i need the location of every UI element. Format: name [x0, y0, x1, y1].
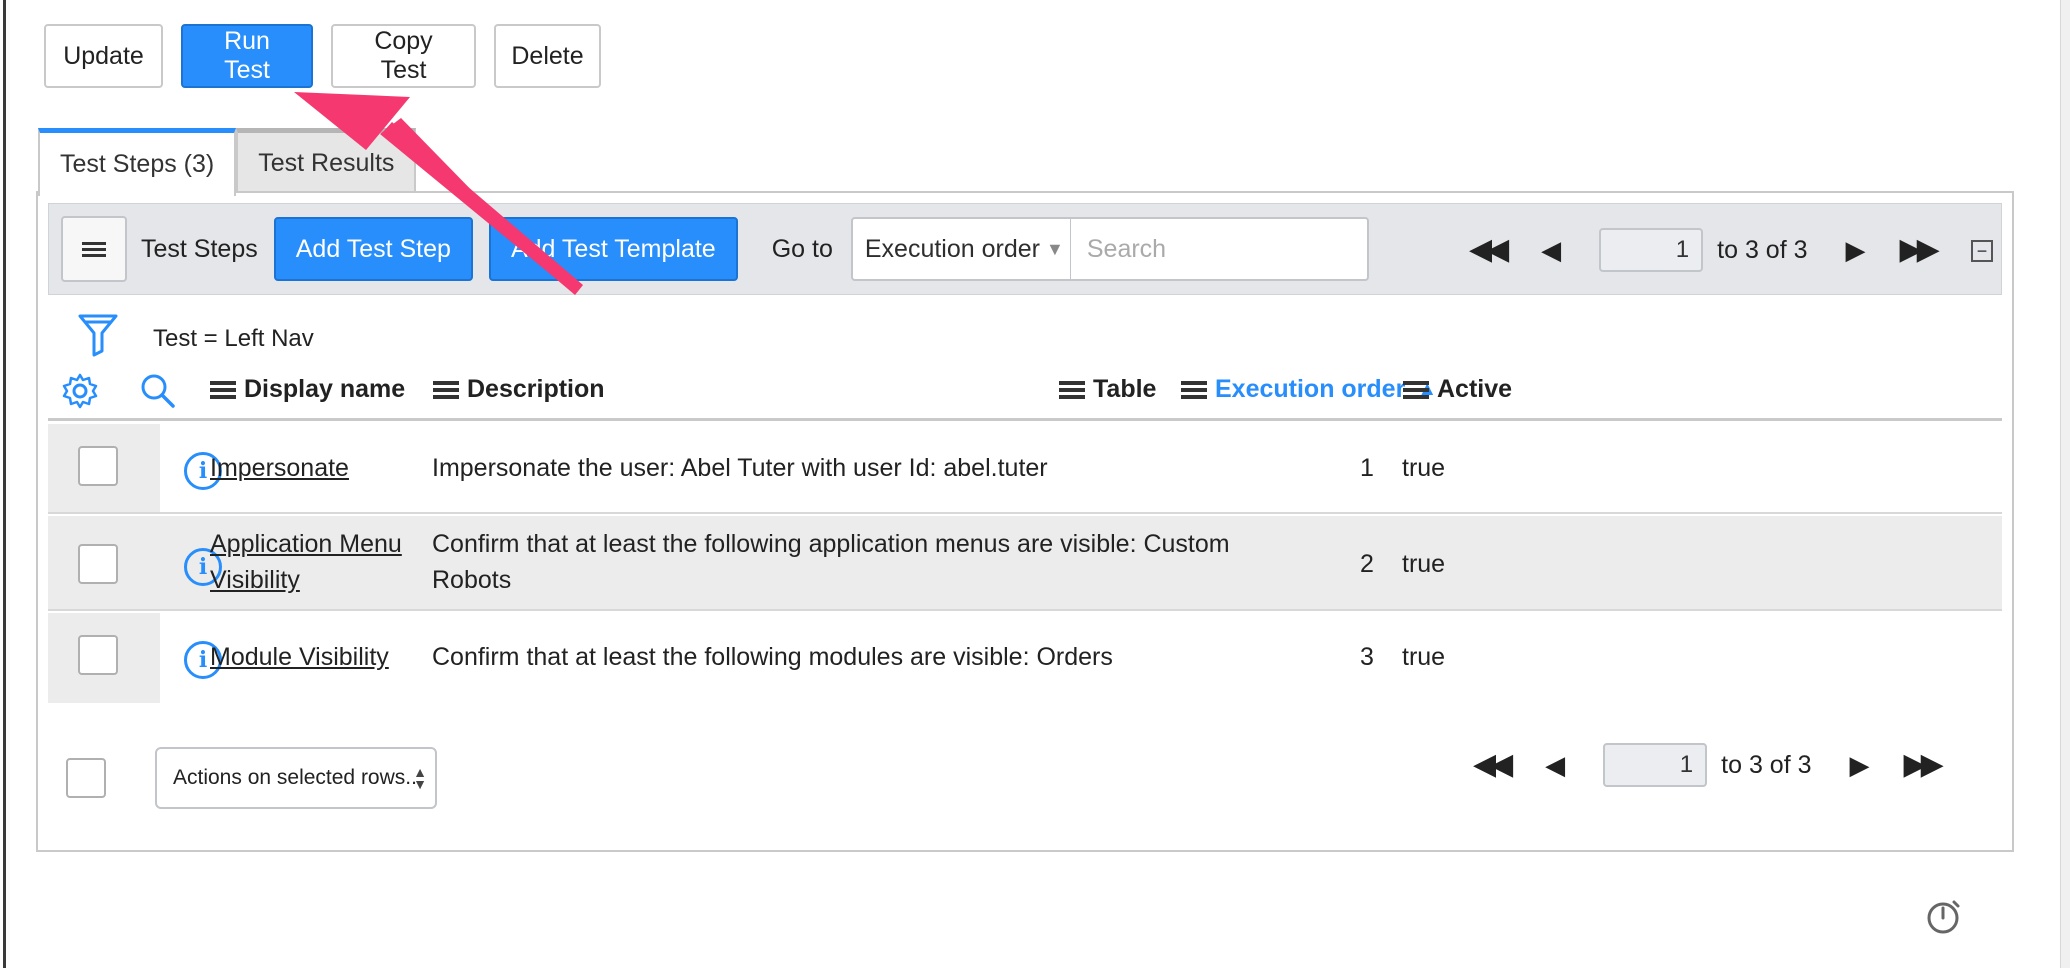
first-page-icon[interactable]: ◀◀: [1473, 750, 1513, 780]
column-menu-icon[interactable]: [1181, 378, 1207, 402]
column-label: Active: [1437, 375, 1513, 403]
tab-test-steps[interactable]: Test Steps (3): [38, 128, 237, 196]
run-test-button[interactable]: Run Test: [181, 24, 313, 88]
tab-label: Test Steps (3): [60, 150, 215, 178]
delete-button[interactable]: Delete: [494, 24, 601, 88]
stopwatch-icon[interactable]: [1924, 896, 1964, 936]
updown-icon: ▲ ▼: [413, 764, 427, 792]
column-label: Table: [1093, 375, 1157, 403]
next-page-icon[interactable]: ▶: [1846, 237, 1866, 263]
last-page-icon[interactable]: ▶▶: [1900, 235, 1940, 265]
window-scrollbar[interactable]: [2060, 0, 2070, 968]
page-range: to 3 of 3: [1717, 235, 1808, 264]
column-header-table[interactable]: Table: [1059, 375, 1156, 404]
column-header-active[interactable]: Active: [1403, 375, 1512, 404]
filter-icon[interactable]: [78, 313, 118, 357]
description-line: Robots: [432, 566, 512, 594]
active-cell: true: [1402, 643, 1446, 671]
display-name-link[interactable]: Module Visibility: [210, 639, 389, 675]
table-row: i Application Menu Visibility Confirm th…: [48, 516, 2002, 611]
column-label: Display name: [244, 375, 406, 403]
form-action-buttons: Update Run Test Copy Test Delete: [44, 24, 601, 88]
list-toolbar: Test Steps Add Test Step Add Test Templa…: [48, 203, 2002, 295]
column-header-description[interactable]: Description: [433, 375, 605, 404]
active-cell: true: [1402, 550, 1446, 578]
execution-order-cell: 3: [1360, 643, 1374, 671]
filter-breadcrumb[interactable]: Test = Left Nav: [153, 325, 314, 353]
column-menu-icon[interactable]: [1059, 378, 1085, 402]
prev-page-icon[interactable]: ◀: [1541, 237, 1561, 263]
update-button[interactable]: Update: [44, 24, 163, 88]
row-checkbox[interactable]: [78, 544, 118, 584]
search-input[interactable]: [1070, 217, 1369, 281]
active-cell: true: [1402, 454, 1446, 482]
column-menu-icon[interactable]: [433, 378, 459, 402]
table-row: i Impersonate Impersonate the user: Abel…: [48, 424, 2002, 514]
column-header-execution-order[interactable]: Execution order ▲: [1181, 375, 1437, 404]
chevron-down-icon: ▼: [1045, 238, 1064, 259]
pager-top: ◀◀ ◀ to 3 of 3 ▶ ▶▶: [1469, 228, 1940, 272]
related-list-tabs: Test Steps (3) Test Results: [38, 128, 417, 196]
actions-select[interactable]: Actions on selected rows... ▲ ▼: [155, 747, 437, 809]
tab-label: Test Results: [258, 149, 395, 177]
column-label: Description: [467, 375, 605, 403]
row-checkbox[interactable]: [78, 446, 118, 486]
first-page-icon[interactable]: ◀◀: [1469, 235, 1509, 265]
page-range: to 3 of 3: [1721, 750, 1812, 779]
table-row: i Module Visibility Confirm that at leas…: [48, 613, 2002, 703]
display-name-line: Application Menu: [210, 530, 402, 558]
goto-field-value: Execution order: [864, 234, 1040, 263]
description-line: Confirm that at least the following appl…: [432, 530, 1230, 558]
execution-order-cell: 2: [1360, 550, 1374, 578]
description-cell: Confirm that at least the following appl…: [432, 526, 1230, 598]
copy-test-button[interactable]: Copy Test: [331, 24, 476, 88]
add-test-step-button[interactable]: Add Test Step: [273, 217, 473, 281]
page-number-input[interactable]: [1603, 743, 1708, 787]
add-test-template-button[interactable]: Add Test Template: [488, 217, 738, 281]
column-menu-icon[interactable]: [210, 378, 236, 402]
goto-label: Go to: [771, 234, 833, 263]
test-steps-panel: Test Steps Add Test Step Add Test Templa…: [36, 191, 2014, 852]
select-all-checkbox[interactable]: [66, 758, 106, 798]
collapse-icon[interactable]: −: [1971, 240, 1993, 262]
window-left-edge: [0, 0, 6, 968]
search-icon[interactable]: [140, 373, 176, 409]
display-name-link[interactable]: Impersonate: [210, 450, 349, 486]
table-header: Display name Description Table Execution…: [48, 361, 2002, 421]
list-title: Test Steps: [141, 234, 258, 263]
page-number-input[interactable]: [1599, 228, 1704, 272]
column-header-display-name[interactable]: Display name: [210, 375, 405, 404]
row-checkbox[interactable]: [78, 635, 118, 675]
pager-bottom: ◀◀ ◀ to 3 of 3 ▶ ▶▶: [1473, 743, 1944, 787]
description-cell: Confirm that at least the following modu…: [432, 643, 1113, 671]
next-page-icon[interactable]: ▶: [1850, 752, 1870, 778]
last-page-icon[interactable]: ▶▶: [1904, 750, 1944, 780]
prev-page-icon[interactable]: ◀: [1545, 752, 1565, 778]
hamburger-icon[interactable]: [61, 216, 127, 282]
gear-icon[interactable]: [62, 373, 98, 409]
actions-label: Actions on selected rows...: [173, 766, 423, 789]
column-label: Execution order: [1215, 375, 1406, 403]
column-menu-icon[interactable]: [1403, 378, 1429, 402]
tab-test-results[interactable]: Test Results: [236, 128, 417, 194]
goto-field-select[interactable]: Execution order ▼: [850, 217, 1071, 281]
description-cell: Impersonate the user: Abel Tuter with us…: [432, 454, 1048, 482]
display-name-link[interactable]: Application Menu Visibility: [210, 526, 402, 598]
display-name-line: Visibility: [210, 566, 300, 594]
execution-order-cell: 1: [1360, 454, 1374, 482]
